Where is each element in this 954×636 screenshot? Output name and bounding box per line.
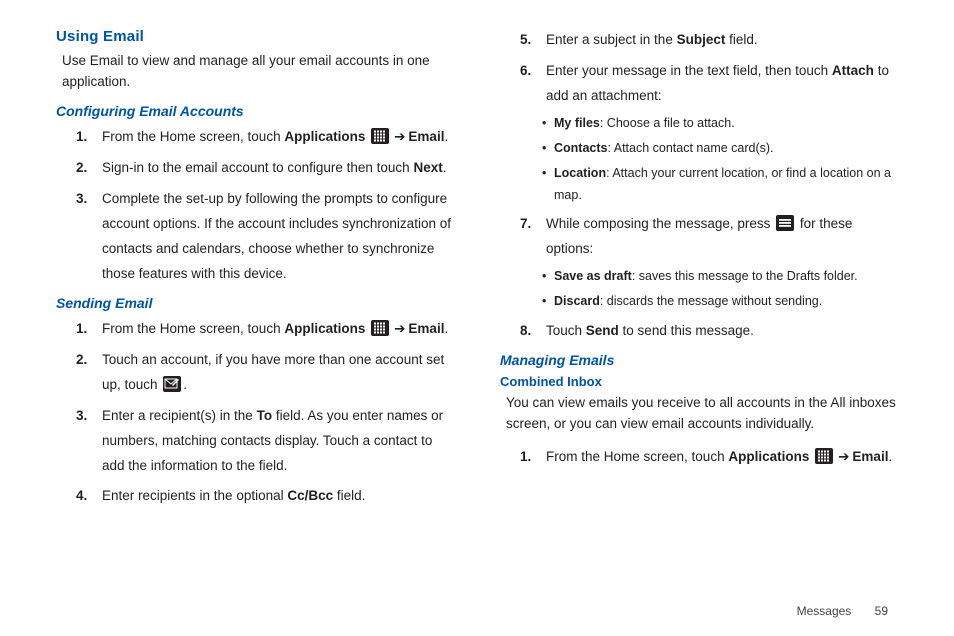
attach-options: My files: Choose a file to attach. Conta… xyxy=(542,113,898,207)
applications-icon xyxy=(815,448,833,464)
intro-text: Use Email to view and manage all your em… xyxy=(62,51,454,93)
compose-icon xyxy=(163,376,181,392)
step: Sign-in to the email account to configur… xyxy=(102,156,454,181)
heading-using-email: Using Email xyxy=(56,28,454,45)
step: Touch Send to send this message. xyxy=(546,319,898,344)
step: Enter your message in the text field, th… xyxy=(546,59,898,206)
menu-icon xyxy=(776,215,794,231)
heading-sending: Sending Email xyxy=(56,295,454,311)
footer-section: Messages xyxy=(797,604,852,618)
step: Enter a subject in the Subject field. xyxy=(546,28,898,53)
step: Enter recipients in the optional Cc/Bcc … xyxy=(102,484,454,509)
bullet: Save as draft: saves this message to the… xyxy=(542,266,898,288)
bullet: Contacts: Attach contact name card(s). xyxy=(542,138,898,160)
bullet: Location: Attach your current location, … xyxy=(542,163,898,207)
step: Complete the set-up by following the pro… xyxy=(102,187,454,287)
managing-intro: You can view emails you receive to all a… xyxy=(506,393,898,435)
applications-icon xyxy=(371,128,389,144)
heading-configuring: Configuring Email Accounts xyxy=(56,103,454,119)
step: Enter a recipient(s) in the To field. As… xyxy=(102,404,454,479)
step: From the Home screen, touch Applications… xyxy=(546,445,898,470)
step: While composing the message, press for t… xyxy=(546,212,898,313)
applications-icon xyxy=(371,320,389,336)
footer-page-number: 59 xyxy=(875,604,888,618)
bullet: Discard: discards the message without se… xyxy=(542,291,898,313)
heading-managing: Managing Emails xyxy=(500,352,898,368)
steps-configuring: From the Home screen, touch Applications… xyxy=(56,125,454,287)
page-body: Using Email Use Email to view and manage… xyxy=(0,0,954,560)
step: From the Home screen, touch Applications… xyxy=(102,125,454,150)
page-footer: Messages 59 xyxy=(797,604,888,618)
bullet: My files: Choose a file to attach. xyxy=(542,113,898,135)
heading-combined-inbox: Combined Inbox xyxy=(500,374,898,389)
compose-options: Save as draft: saves this message to the… xyxy=(542,266,898,313)
step: Touch an account, if you have more than … xyxy=(102,348,454,398)
step: From the Home screen, touch Applications… xyxy=(102,317,454,342)
